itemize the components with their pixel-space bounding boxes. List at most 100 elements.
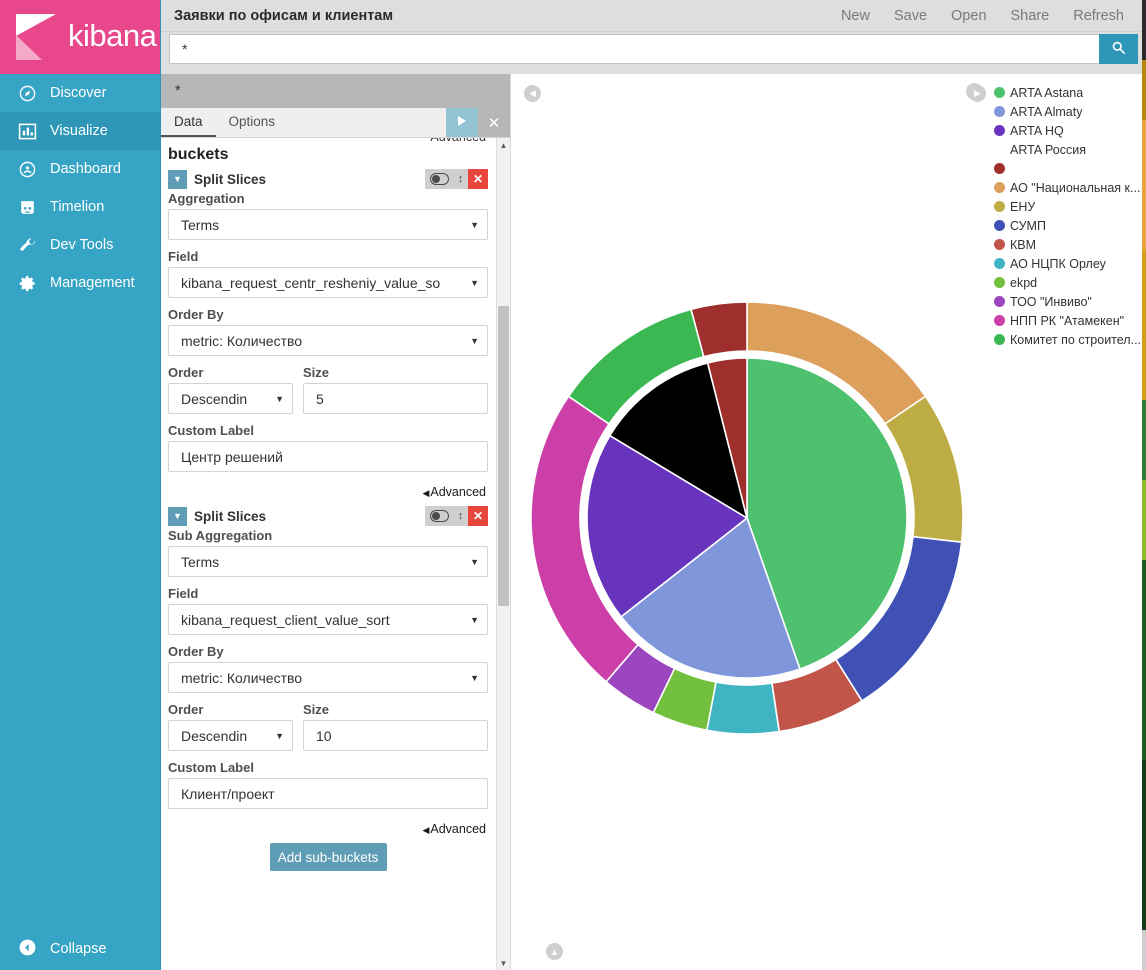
save-button[interactable]: Save	[882, 8, 939, 24]
sidebar-item-visualize[interactable]: Visualize	[0, 112, 160, 150]
legend-item-label: КВМ	[1010, 237, 1037, 252]
legend-color-dot	[994, 277, 1005, 288]
legend-item[interactable]: АО "Национальная к...	[994, 178, 1144, 197]
advanced-link-1[interactable]: ◀Advanced	[168, 481, 488, 506]
field-select-2[interactable]: kibana_request_client_value_sort	[168, 604, 488, 635]
custom-label-input-2[interactable]: Клиент/проект	[168, 778, 488, 809]
toggle-enable-icon[interactable]	[425, 169, 453, 189]
expand-bottom-toggle[interactable]: ▲	[546, 943, 563, 960]
pie-chart[interactable]	[529, 301, 964, 735]
bar-chart-icon	[18, 122, 37, 141]
share-button[interactable]: Share	[999, 8, 1062, 24]
order-group-2: Order Descendin ▼	[168, 702, 293, 751]
legend-item[interactable]: АО НЦПК Орлеу	[994, 254, 1144, 273]
legend-item-label: ЕНУ	[1010, 199, 1036, 214]
toggle-enable-icon[interactable]	[425, 506, 453, 526]
order-by-group: Order By metric: Количество ▼	[168, 307, 488, 356]
chevron-left-icon: ◀	[529, 88, 536, 98]
scroll-up-icon[interactable]: ▲	[497, 138, 510, 152]
legend-color-dot	[994, 315, 1005, 326]
outer-ring-slice[interactable]	[705, 681, 780, 735]
sidebar-item-management[interactable]: Management	[0, 264, 160, 302]
legend-item-label: ARTA HQ	[1010, 123, 1064, 138]
remove-bucket-button[interactable]: ✕	[468, 506, 488, 526]
size-input[interactable]: 5	[303, 383, 488, 414]
legend-item-label: АО "Национальная к...	[1010, 180, 1141, 195]
discard-changes-button[interactable]: ✕	[478, 108, 510, 137]
legend-item[interactable]: КВМ	[994, 235, 1144, 254]
legend-item[interactable]: СУМП	[994, 216, 1144, 235]
custom-label-group-2: Custom Label Клиент/проект	[168, 760, 488, 809]
apply-changes-button[interactable]	[446, 108, 478, 137]
search-submit-button[interactable]	[1099, 34, 1138, 64]
aggregation-select[interactable]: Terms	[168, 209, 488, 240]
bucket-agg-1: ▼ Split Slices ↕ ✕ Aggregation Terms ▼ F…	[168, 169, 488, 506]
sidebar-collapse-label: Collapse	[50, 941, 107, 957]
legend-item[interactable]: Комитет по строител...	[994, 330, 1144, 349]
open-button[interactable]: Open	[939, 8, 998, 24]
order-by-select[interactable]: metric: Количество	[168, 325, 488, 356]
query-bar	[161, 32, 1146, 74]
scroll-down-icon[interactable]: ▼	[497, 956, 510, 970]
new-button[interactable]: New	[829, 8, 882, 24]
sub-aggregation-select[interactable]: Terms	[168, 546, 488, 577]
bucket-agg-2-controls: ↕ ✕	[425, 506, 488, 526]
search-input[interactable]	[169, 34, 1099, 64]
brand-name: kibana	[68, 17, 157, 53]
tab-data[interactable]: Data	[161, 108, 216, 137]
legend-item[interactable]: ТОО "Инвиво"	[994, 292, 1144, 311]
advanced-link-top[interactable]: Advanced	[168, 138, 488, 143]
sidebar-item-discover[interactable]: Discover	[0, 74, 160, 112]
drag-handle-icon[interactable]: ↕	[453, 506, 468, 526]
sidebar-item-label: Dev Tools	[50, 237, 114, 253]
scrollbar-thumb[interactable]	[498, 306, 509, 606]
collapse-editor-toggle[interactable]: ◀	[524, 85, 541, 102]
pie-chart-svg[interactable]	[529, 301, 964, 735]
field-select-wrap-2: kibana_request_client_value_sort ▼	[168, 604, 488, 635]
editor-content: Advanced buckets ▼ Split Slices	[168, 138, 488, 871]
legend-item-label: ARTA Astana	[1010, 85, 1084, 100]
sidebar-item-dashboard[interactable]: Dashboard	[0, 150, 160, 188]
dashboard-icon	[18, 160, 37, 179]
sidebar-item-label: Visualize	[50, 123, 108, 139]
kibana-app: kibana Discover Visualize Dashboard Time…	[0, 0, 1146, 970]
order-select-2[interactable]: Descendin	[168, 720, 293, 751]
order-select[interactable]: Descendin	[168, 383, 293, 414]
add-sub-buckets-button[interactable]: Add sub-buckets	[269, 843, 387, 871]
drag-handle-icon[interactable]: ↕	[453, 169, 468, 189]
collapse-toggle-icon[interactable]: ▼	[168, 506, 187, 526]
collapse-toggle-icon[interactable]: ▼	[168, 169, 187, 189]
sub-aggregation-select-wrap: Terms ▼	[168, 546, 488, 577]
tab-options[interactable]: Options	[216, 108, 289, 137]
legend-item[interactable]: ARTA Astana	[994, 83, 1144, 102]
remove-bucket-button[interactable]: ✕	[468, 169, 488, 189]
collapse-legend-toggle[interactable]: ▶	[969, 85, 986, 102]
custom-label-input[interactable]: Центр решений	[168, 441, 488, 472]
sidebar-item-timelion[interactable]: Timelion	[0, 188, 160, 226]
legend-item[interactable]: ekpd	[994, 273, 1144, 292]
field-select[interactable]: kibana_request_centr_resheniy_value_so	[168, 267, 488, 298]
editor-scrollbar[interactable]: ▲ ▼	[496, 138, 510, 970]
legend-item[interactable]: ARTA Россия	[994, 140, 1144, 159]
legend-color-dot	[994, 239, 1005, 250]
custom-label-label: Custom Label	[168, 760, 254, 775]
order-label: Order	[168, 365, 204, 380]
refresh-button[interactable]: Refresh	[1061, 8, 1136, 24]
legend-item[interactable]	[994, 159, 1144, 178]
legend-color-dot	[994, 334, 1005, 345]
content-split: * Data Options ✕ buckets ▼ Split Slices …	[161, 74, 1146, 970]
order-by-select-wrap: metric: Количество ▼	[168, 325, 488, 356]
legend-item-label: ARTA Россия	[1010, 142, 1086, 157]
sidebar-collapse-button[interactable]: Collapse	[0, 928, 160, 970]
sidebar-item-dev-tools[interactable]: Dev Tools	[0, 226, 160, 264]
legend-item[interactable]: ЕНУ	[994, 197, 1144, 216]
legend-color-dot	[994, 201, 1005, 212]
order-by-select-2[interactable]: metric: Количество	[168, 662, 488, 693]
bucket-agg-1-title: Split Slices	[194, 171, 267, 187]
advanced-link-2[interactable]: ◀Advanced	[168, 818, 488, 843]
size-input-2[interactable]: 10	[303, 720, 488, 751]
legend-item[interactable]: ARTA Almaty	[994, 102, 1144, 121]
legend-item-label: ТОО "Инвиво"	[1010, 294, 1092, 309]
legend-item[interactable]: НПП РК "Атамекен"	[994, 311, 1144, 330]
legend-item[interactable]: ARTA HQ	[994, 121, 1144, 140]
